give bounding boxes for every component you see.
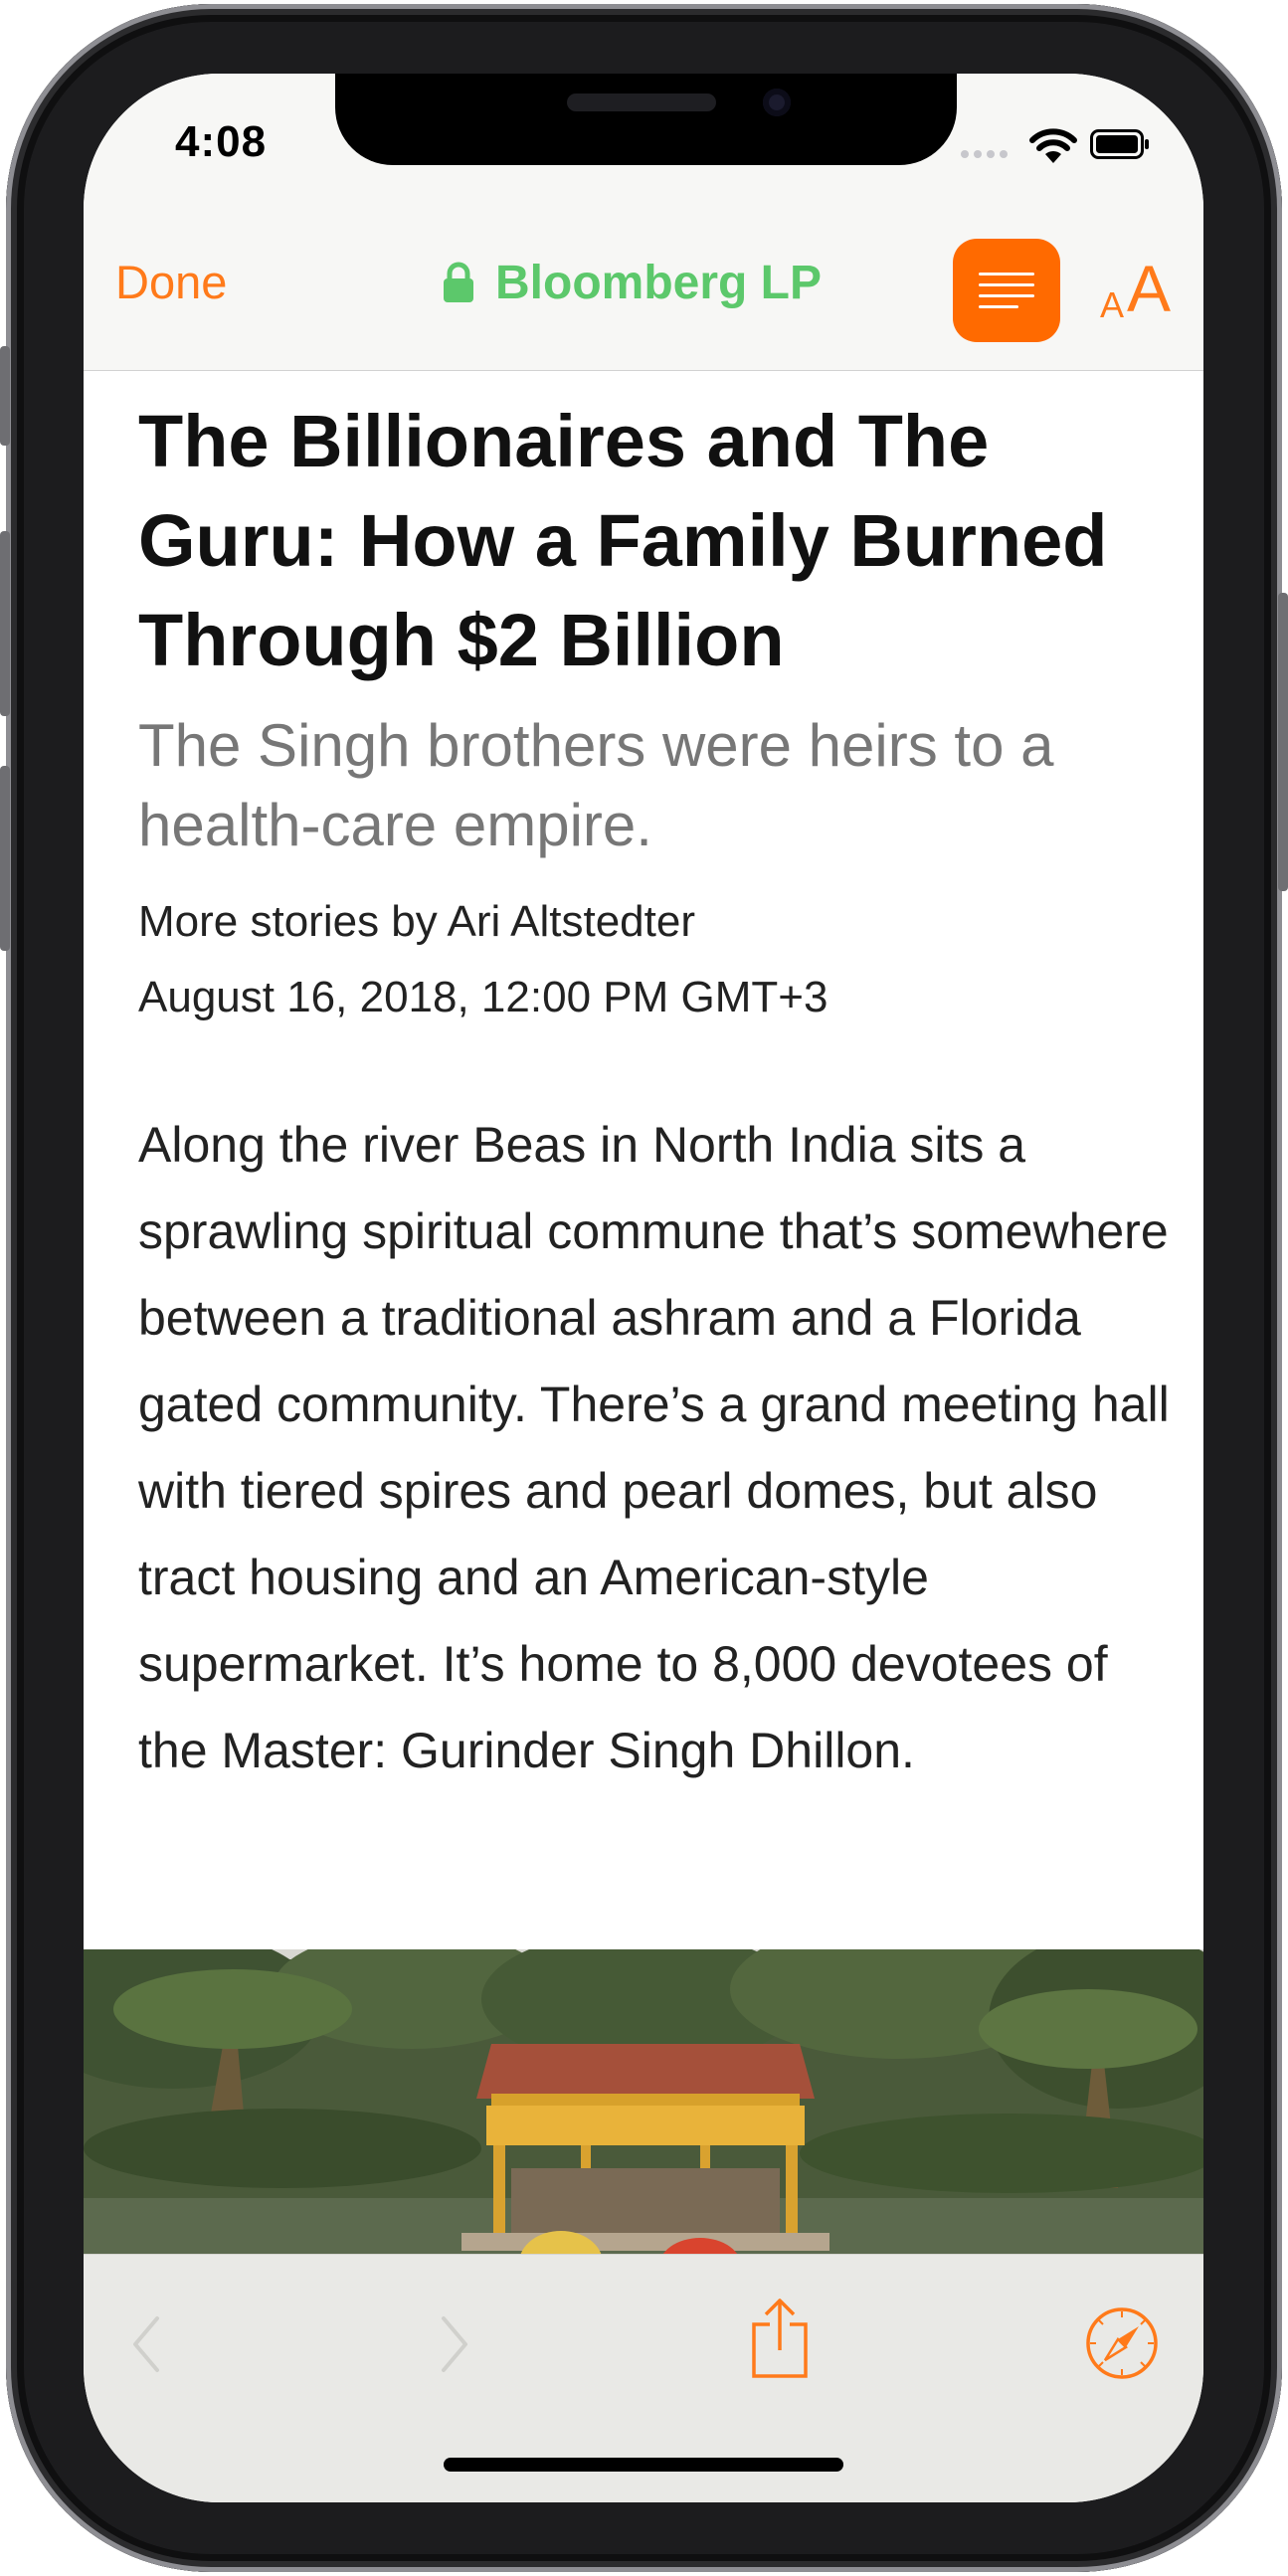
article-body: Along the river Beas in North India sits… <box>138 1117 1170 1778</box>
status-time: 4:08 <box>175 117 268 166</box>
speaker-grille <box>567 93 716 111</box>
safari-reader-navbar: Done Bloomberg LP A A <box>84 203 1203 371</box>
compass-icon[interactable] <box>1085 2306 1159 2380</box>
bottom-toolbar <box>84 2254 1203 2502</box>
front-camera <box>763 89 791 116</box>
chevron-right-icon[interactable] <box>434 2312 473 2376</box>
reader-view-button[interactable] <box>953 239 1060 342</box>
text-size-large-label: A <box>1127 252 1172 325</box>
article-byline[interactable]: More stories by Ari Altstedter <box>138 897 695 947</box>
wifi-icon <box>1029 128 1077 163</box>
article-subtitle: The Singh brothers were heirs to a healt… <box>138 712 1054 858</box>
home-indicator[interactable] <box>444 2458 843 2472</box>
iphone-frame: 4:08 Done Bloomberg LP A A The Billionai… <box>0 0 1288 2576</box>
chevron-left-icon[interactable] <box>127 2312 167 2376</box>
article-date: August 16, 2018, 12:00 PM GMT+3 <box>138 973 828 1021</box>
mute-switch <box>0 346 10 446</box>
notch <box>335 74 957 165</box>
article-title: The Billionaires and The Guru: How a Fam… <box>138 400 1108 681</box>
battery-icon <box>1090 129 1149 159</box>
volume-up-button <box>0 531 10 716</box>
site-name: Bloomberg LP <box>495 256 823 309</box>
cellular-signal-icon <box>961 150 1014 160</box>
volume-down-button <box>0 766 10 951</box>
lock-icon <box>444 262 473 302</box>
power-button <box>1278 593 1288 891</box>
done-button[interactable]: Done <box>115 255 227 309</box>
share-icon[interactable] <box>748 2295 812 2380</box>
site-address[interactable]: Bloomberg LP <box>442 253 822 312</box>
text-size-small-label: A <box>1100 284 1125 325</box>
screen: 4:08 Done Bloomberg LP A A The Billionai… <box>84 74 1203 2502</box>
